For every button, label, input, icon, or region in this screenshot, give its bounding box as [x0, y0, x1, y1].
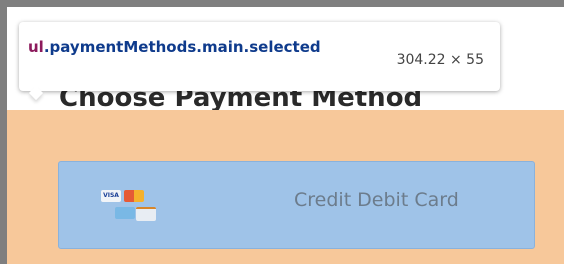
payment-section: VISA Credit Debit Card	[7, 110, 564, 264]
devtools-element-tooltip: ul.paymentMethods.main.selected 304.22 ×…	[19, 22, 500, 101]
element-selector: ul.paymentMethods.main.selected	[28, 36, 362, 58]
card-icons: VISA	[101, 190, 165, 222]
visa-icon: VISA	[101, 190, 121, 202]
element-classes: .paymentMethods.main.selected	[43, 38, 321, 56]
payment-method-credit-debit-card[interactable]: VISA Credit Debit Card	[58, 161, 535, 249]
amex-icon	[115, 207, 135, 219]
element-dimensions: 304.22 × 55	[396, 52, 484, 68]
mastercard-icon	[124, 190, 144, 202]
element-tag: ul	[28, 38, 44, 56]
discover-icon	[136, 207, 156, 221]
payment-method-label: Credit Debit Card	[294, 189, 459, 211]
